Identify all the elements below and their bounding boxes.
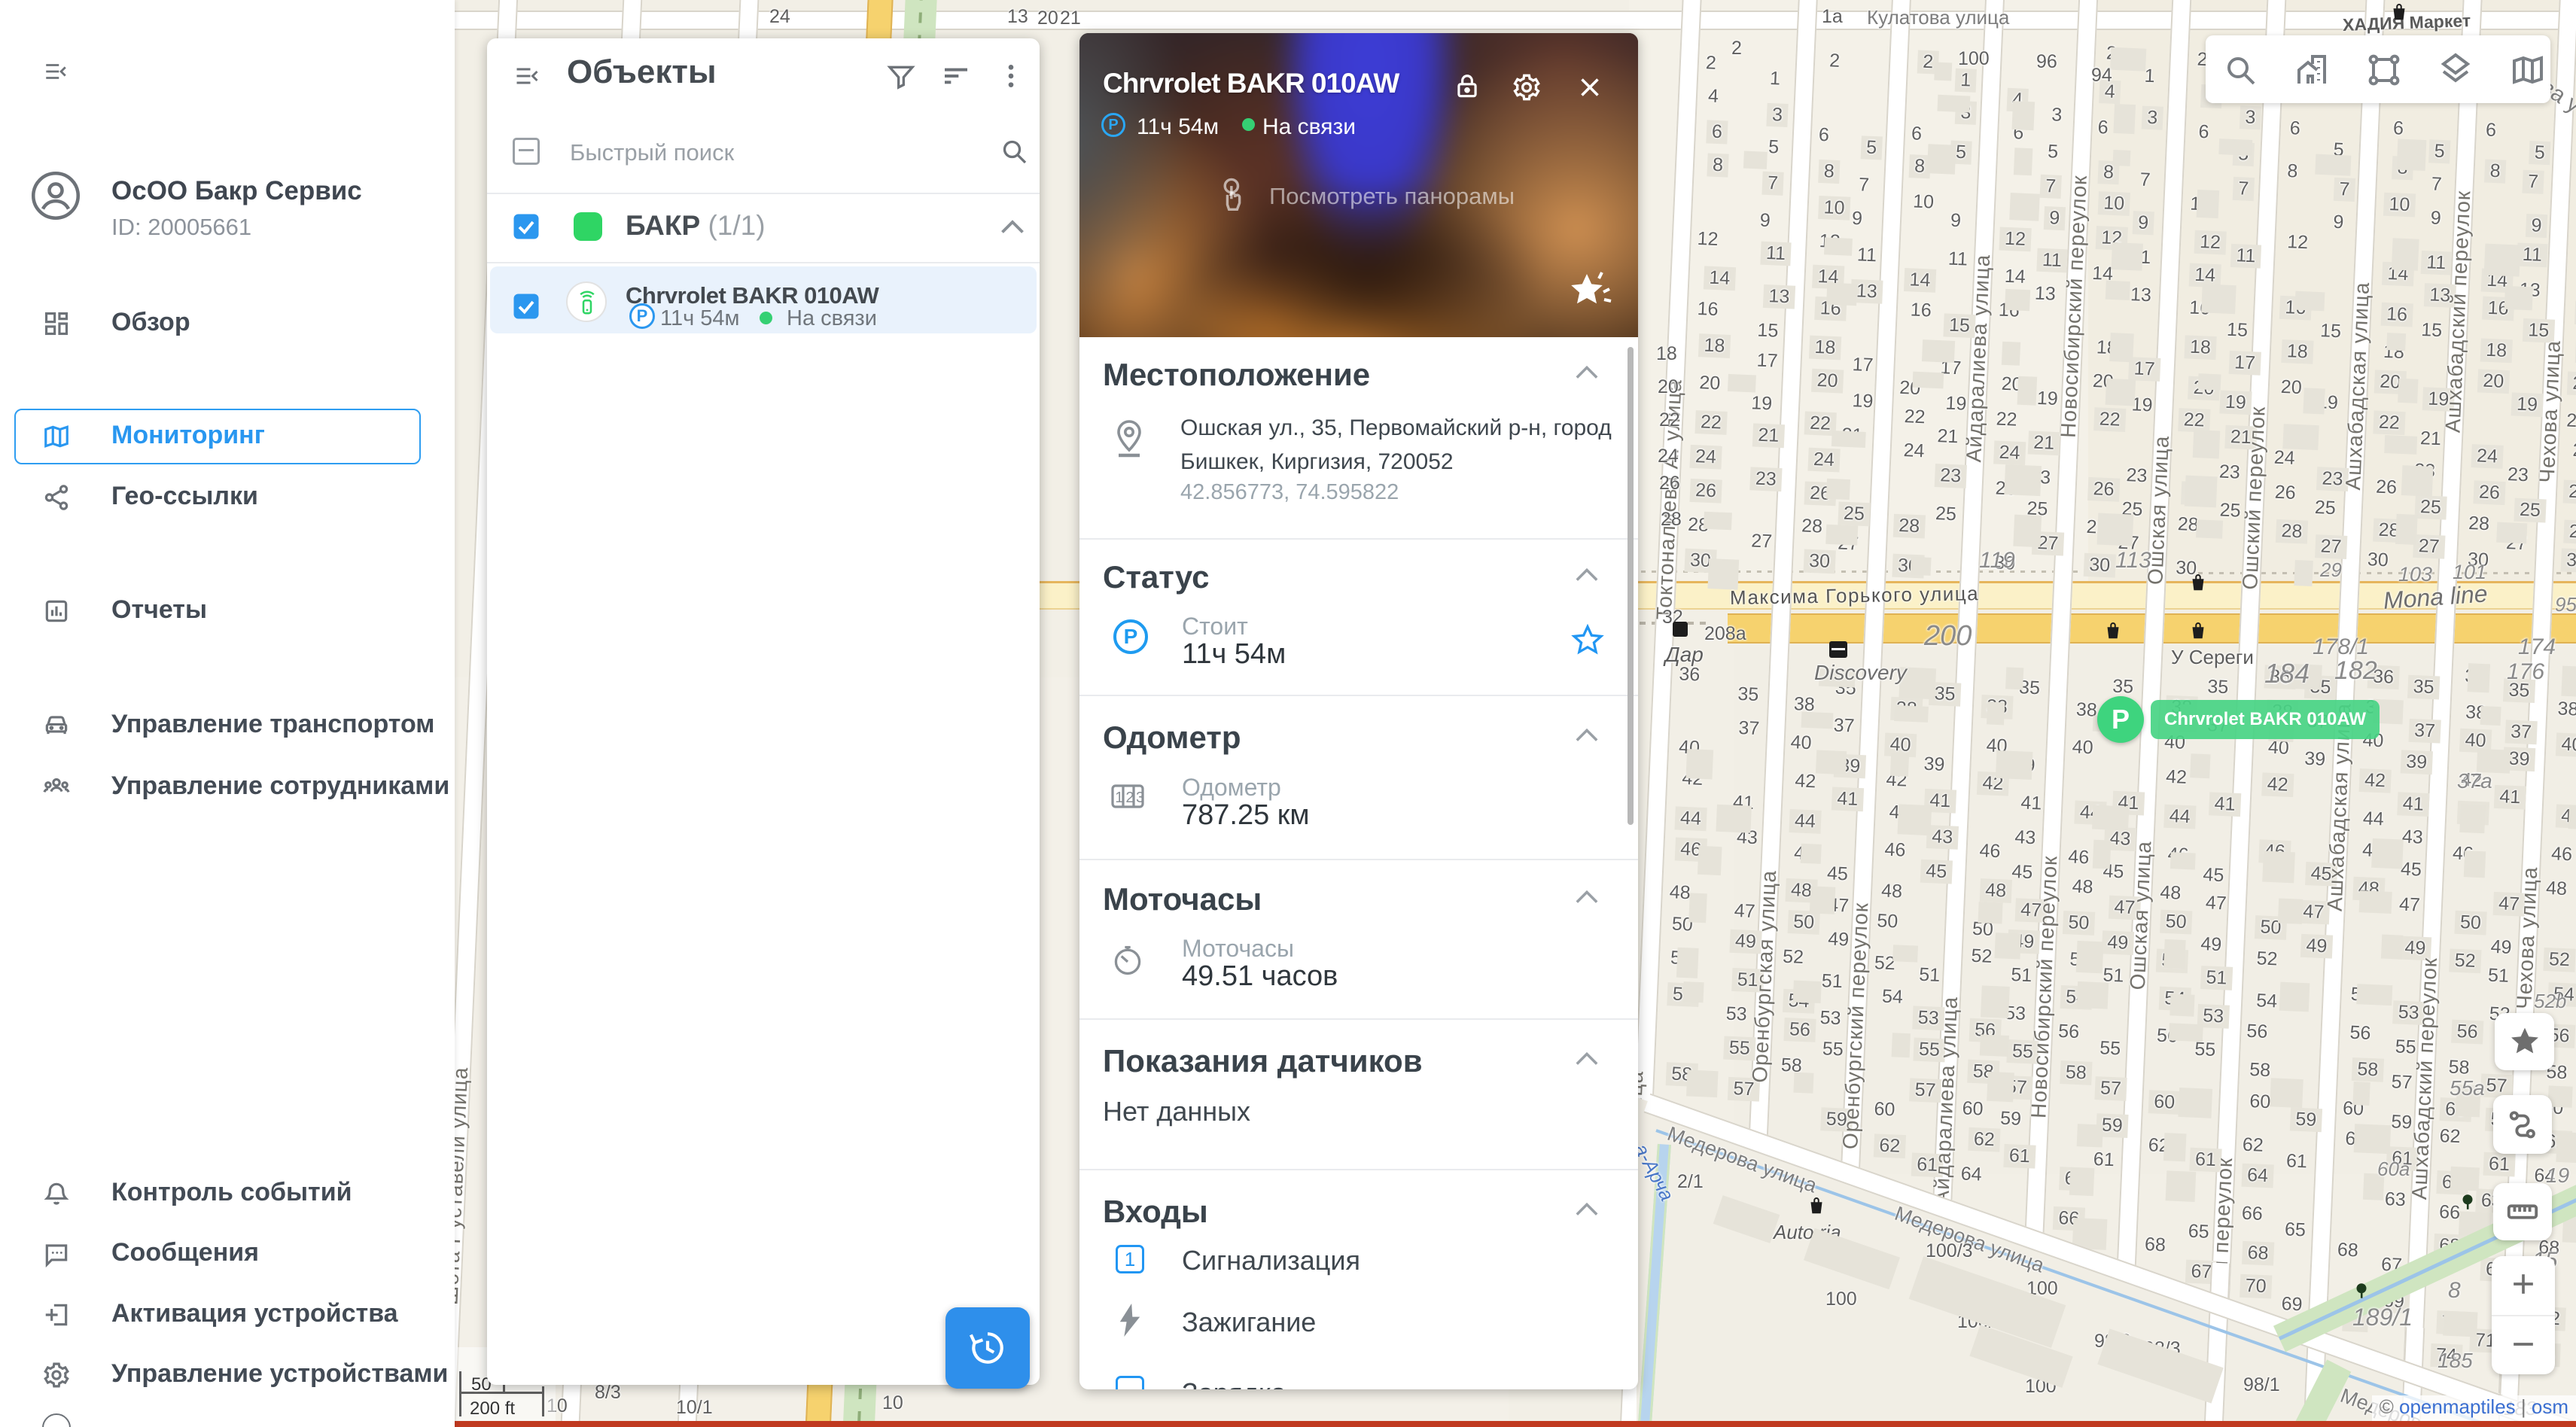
svg-text:2: 2 [1125,790,1134,806]
svg-text:3: 3 [1136,790,1144,806]
svg-text:1: 1 [1115,790,1123,806]
